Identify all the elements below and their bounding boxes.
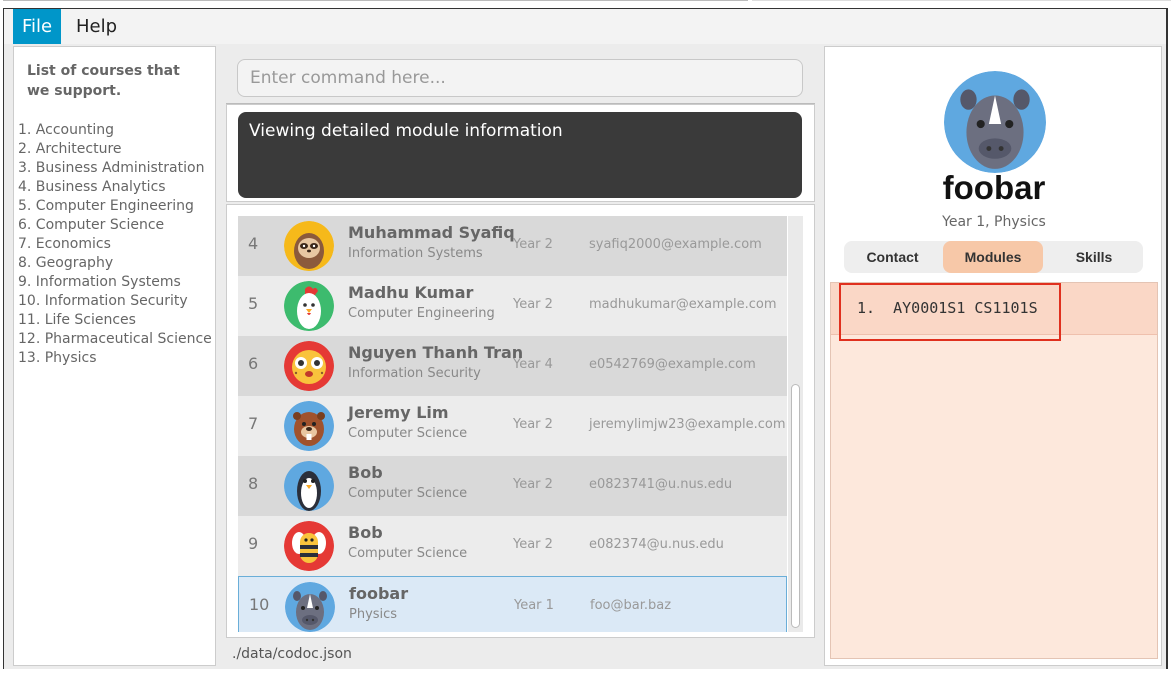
person-card[interactable]: 6 Nguyen Thanh Tran Information Security Ye… xyxy=(238,336,787,396)
tab-skills[interactable]: Skills xyxy=(1045,241,1143,273)
file-menu[interactable]: File xyxy=(13,9,62,44)
profile-subtitle: Year 1, Physics xyxy=(942,214,1046,230)
command-input[interactable] xyxy=(237,59,803,97)
course-item: 13. Physics xyxy=(18,350,97,366)
result-display: Viewing detailed module information xyxy=(238,112,802,198)
course-item: 6. Computer Science xyxy=(18,217,165,233)
person-card[interactable]: 5 Madhu Kumar Computer Engineering Year 2 ma… xyxy=(238,276,787,336)
scroll-thumb[interactable] xyxy=(791,384,800,628)
courses-panel: List of courses that we support. 1. Acco… xyxy=(13,46,216,666)
person-email: e0823741@u.nus.edu xyxy=(589,477,733,492)
course-item: 1. Accounting xyxy=(18,122,114,138)
person-name: foobar xyxy=(349,584,409,603)
tab-contact[interactable]: Contact xyxy=(844,241,941,273)
course-item: 9. Information Systems xyxy=(18,274,181,290)
person-course: Computer Engineering xyxy=(348,306,495,321)
sloth-icon xyxy=(284,221,334,271)
person-card[interactable]: 4 Muhammad Syafiq Information Systems Year … xyxy=(238,216,787,276)
course-item: 8. Geography xyxy=(18,255,114,271)
person-course: Computer Science xyxy=(348,486,468,501)
course-item: 2. Architecture xyxy=(18,141,122,157)
status-file-path: ./data/codoc.json xyxy=(232,646,352,662)
tab-modules[interactable]: Modules xyxy=(943,241,1043,273)
course-item: 3. Business Administration xyxy=(18,160,205,176)
person-name: Bob xyxy=(348,463,383,482)
person-course: Computer Science xyxy=(348,546,468,561)
person-course: Information Systems xyxy=(348,246,483,261)
profile-tabs: Contact Modules Skills xyxy=(844,241,1143,273)
help-menu[interactable]: Help xyxy=(67,9,126,44)
person-card[interactable]: 8 Bob Computer Science Year 2 e0823741@u.nus… xyxy=(238,456,787,516)
chicken-icon xyxy=(284,281,334,331)
person-year: Year 1 xyxy=(514,598,554,613)
course-item: 12. Pharmaceutical Science xyxy=(18,331,212,347)
person-index: 4 xyxy=(248,234,259,253)
profile-name: foobar xyxy=(942,169,1046,206)
person-index: 10 xyxy=(249,595,270,614)
person-email: foo@bar.baz xyxy=(590,598,672,613)
person-card[interactable]: 10 foobar Physics Year 1 foo@bar.baz xyxy=(238,576,787,632)
person-course: Information Security xyxy=(348,366,481,381)
person-index: 7 xyxy=(248,414,259,433)
person-index: 6 xyxy=(248,354,259,373)
course-item: 7. Economics xyxy=(18,236,111,252)
app-window: File Help List of courses that we suppor… xyxy=(3,8,1168,669)
penguin-icon xyxy=(284,461,334,511)
person-index: 9 xyxy=(248,534,259,553)
beaver-icon xyxy=(284,401,334,451)
course-list: 1. Accounting 2. Architecture 3. Busines… xyxy=(18,121,212,368)
person-year: Year 2 xyxy=(513,297,553,312)
rhino-icon xyxy=(944,71,1046,173)
person-course: Computer Science xyxy=(348,426,468,441)
menu-bar: File Help xyxy=(4,9,1166,44)
person-index: 8 xyxy=(248,474,259,493)
course-item: 11. Life Sciences xyxy=(18,312,136,328)
profile-panel: foobar Year 1, Physics Contact Modules S… xyxy=(824,46,1162,666)
person-year: Year 2 xyxy=(513,417,553,432)
list-scrollbar[interactable] xyxy=(788,216,803,632)
bee-icon xyxy=(284,521,334,571)
rhino-icon xyxy=(285,582,335,632)
person-year: Year 4 xyxy=(513,357,553,372)
person-card[interactable]: 9 Bob Computer Science Year 2 e082374@u.nus.… xyxy=(238,516,787,576)
highlight-annotation xyxy=(839,283,1061,341)
person-email: jeremylimjw23@example.com xyxy=(589,417,786,432)
person-email: e082374@u.nus.edu xyxy=(589,537,724,552)
pufferfish-icon xyxy=(284,341,334,391)
person-list: 4 Muhammad Syafiq Information Systems Year … xyxy=(238,216,803,632)
person-name: Madhu Kumar xyxy=(348,283,474,302)
course-item: 10. Information Security xyxy=(18,293,188,309)
person-year: Year 2 xyxy=(513,477,553,492)
person-index: 5 xyxy=(248,294,259,313)
person-email: syafiq2000@example.com xyxy=(589,237,762,252)
person-course: Physics xyxy=(349,607,398,622)
person-year: Year 2 xyxy=(513,237,553,252)
course-item: 5. Computer Engineering xyxy=(18,198,194,214)
person-year: Year 2 xyxy=(513,537,553,552)
course-item: 4. Business Analytics xyxy=(18,179,166,195)
main-area: List of courses that we support. 1. Acco… xyxy=(4,44,1166,669)
person-card[interactable]: 7 Jeremy Lim Computer Science Year 2 jeremyl… xyxy=(238,396,787,456)
person-name: Muhammad Syafiq xyxy=(348,223,515,242)
person-email: madhukumar@example.com xyxy=(589,297,777,312)
person-name: Bob xyxy=(348,523,383,542)
courses-title: List of courses that we support. xyxy=(27,63,180,99)
person-name: Nguyen Thanh Tran xyxy=(348,343,524,362)
person-name: Jeremy Lim xyxy=(348,403,449,422)
person-email: e0542769@example.com xyxy=(589,357,756,372)
